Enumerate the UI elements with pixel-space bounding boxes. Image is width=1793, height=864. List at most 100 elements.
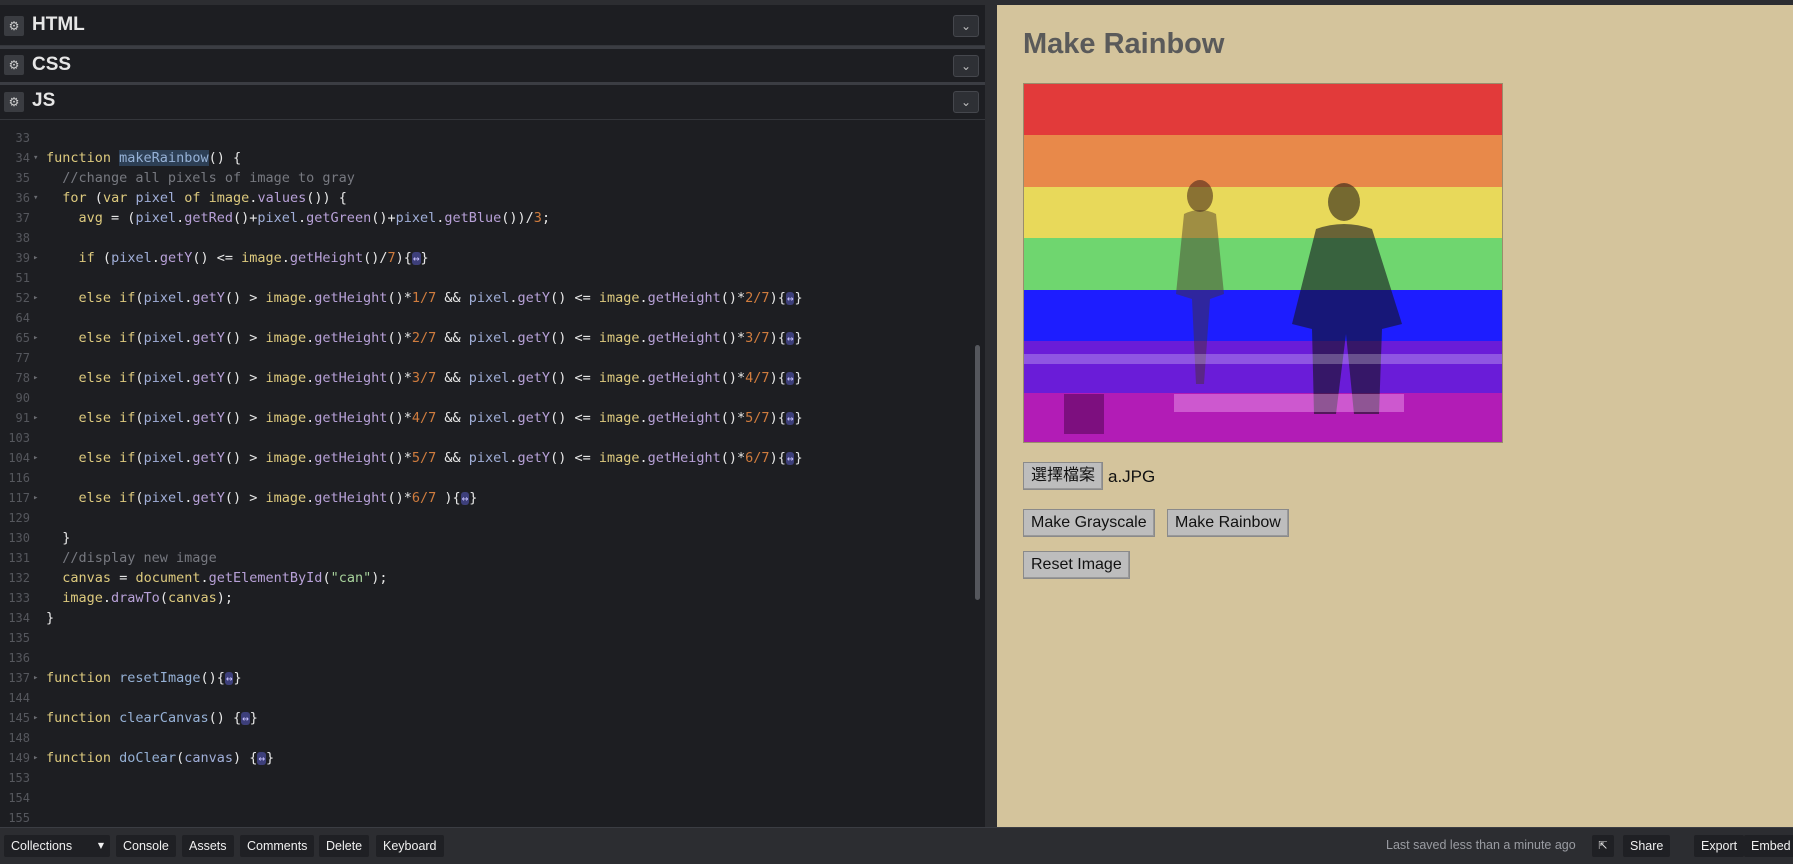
- export-button[interactable]: Export: [1694, 835, 1745, 857]
- line-number: 37: [15, 211, 30, 225]
- fold-open-icon[interactable]: ▾: [33, 148, 38, 168]
- code-line[interactable]: 155: [0, 808, 970, 828]
- fold-closed-icon[interactable]: ▸: [33, 288, 38, 308]
- code-line[interactable]: 136: [0, 648, 970, 668]
- choose-file-button[interactable]: 選擇檔案: [1023, 462, 1104, 490]
- share-button[interactable]: Share: [1623, 835, 1671, 857]
- js-code-editor[interactable]: 33 34 ▾ function makeRainbow() {35 //change…: [0, 123, 985, 827]
- boy-figure: [1292, 224, 1402, 414]
- caret-down-icon: ▼: [97, 841, 104, 850]
- code-line[interactable]: 33: [0, 128, 970, 148]
- fold-closed-icon[interactable]: ▸: [33, 668, 38, 688]
- folded-code-marker[interactable]: ↔: [460, 492, 470, 505]
- code-line[interactable]: 134}: [0, 608, 970, 628]
- folded-code-marker[interactable]: ↔: [241, 712, 250, 725]
- code-line[interactable]: 148: [0, 728, 970, 748]
- make-grayscale-button[interactable]: Make Grayscale: [1023, 509, 1155, 537]
- code-line[interactable]: 131 //display new image: [0, 548, 970, 568]
- code-line[interactable]: 51: [0, 268, 970, 288]
- chevron-down-icon[interactable]: ⌄: [953, 55, 979, 77]
- code-line[interactable]: 38: [0, 228, 970, 248]
- code-line[interactable]: 130 }: [0, 528, 970, 548]
- code-line[interactable]: 39 ▸ if (pixel.getY() <= image.getHeight(…: [0, 248, 970, 268]
- code-line[interactable]: 36 ▾ for (var pixel of image.values()) {: [0, 188, 970, 208]
- js-panel-header[interactable]: ⚙ JS ⌄: [0, 85, 985, 120]
- code-line[interactable]: 117 ▸ else if(pixel.getY() > image.getHei…: [0, 488, 970, 508]
- fold-closed-icon[interactable]: ▸: [33, 708, 38, 728]
- code-line[interactable]: 78 ▸ else if(pixel.getY() > image.getHeig…: [0, 368, 970, 388]
- line-number: 77: [15, 351, 30, 365]
- code-line[interactable]: 90: [0, 388, 970, 408]
- code-line[interactable]: 137 ▸ function resetImage(){↔}: [0, 668, 970, 688]
- last-saved-status: Last saved less than a minute ago: [1386, 838, 1576, 852]
- code-line[interactable]: 65 ▸ else if(pixel.getY() > image.getHeig…: [0, 328, 970, 348]
- fold-closed-icon[interactable]: ▸: [33, 248, 38, 268]
- chevron-down-icon[interactable]: ⌄: [953, 91, 979, 113]
- folded-code-marker[interactable]: ↔: [411, 252, 421, 265]
- code-text: }: [46, 610, 55, 626]
- html-panel-header[interactable]: ⚙ HTML ⌄: [0, 8, 985, 46]
- line-number: 134: [8, 611, 30, 625]
- line-number: 52: [15, 291, 30, 305]
- rainbow-canvas: [1023, 83, 1503, 443]
- girl-head: [1187, 180, 1213, 212]
- line-number: 130: [8, 531, 30, 545]
- fold-closed-icon[interactable]: ▸: [33, 748, 38, 768]
- code-line[interactable]: 37 avg = (pixel.getRed()+pixel.getGreen(…: [0, 208, 970, 228]
- fold-closed-icon[interactable]: ▸: [33, 368, 38, 388]
- chevron-down-icon[interactable]: ⌄: [953, 15, 979, 37]
- code-line[interactable]: 77: [0, 348, 970, 368]
- code-line[interactable]: 135: [0, 628, 970, 648]
- line-number: 39: [15, 251, 30, 265]
- code-line[interactable]: 149 ▸ function doClear(canvas) {↔}: [0, 748, 970, 768]
- code-line[interactable]: 103: [0, 428, 970, 448]
- code-line[interactable]: 133 image.drawTo(canvas);: [0, 588, 970, 608]
- editor-scroll-thumb[interactable]: [975, 345, 980, 600]
- code-line[interactable]: 144: [0, 688, 970, 708]
- fence-rail: [1024, 354, 1502, 364]
- comments-button[interactable]: Comments: [240, 835, 315, 857]
- code-line[interactable]: 153: [0, 768, 970, 788]
- code-text: function makeRainbow() {: [46, 150, 242, 166]
- line-number: 38: [15, 231, 30, 245]
- fold-open-icon[interactable]: ▾: [33, 188, 38, 208]
- folded-code-marker[interactable]: ↔: [257, 752, 267, 765]
- code-line[interactable]: 64: [0, 308, 970, 328]
- collections-dropdown[interactable]: Collections ▼: [4, 835, 110, 857]
- code-text: }: [62, 530, 71, 546]
- code-text: if (pixel.getY() <= image.getHeight()/7)…: [78, 250, 429, 266]
- delete-button[interactable]: Delete: [319, 835, 370, 857]
- gear-icon[interactable]: ⚙: [4, 92, 24, 112]
- code-text: function clearCanvas() {↔}: [46, 710, 258, 726]
- embed-button[interactable]: Embed: [1744, 835, 1793, 857]
- code-line[interactable]: 129: [0, 508, 970, 528]
- gear-icon[interactable]: ⚙: [4, 16, 24, 36]
- code-line[interactable]: 104 ▸ else if(pixel.getY() > image.getHei…: [0, 448, 970, 468]
- gear-icon[interactable]: ⚙: [4, 55, 24, 75]
- code-line[interactable]: 34 ▾ function makeRainbow() {: [0, 148, 970, 168]
- line-number: 132: [8, 571, 30, 585]
- console-button[interactable]: Console: [116, 835, 176, 857]
- code-line[interactable]: 154: [0, 788, 970, 808]
- assets-button[interactable]: Assets: [182, 835, 234, 857]
- keyboard-button[interactable]: Keyboard: [376, 835, 444, 857]
- external-link-icon[interactable]: ⇱: [1592, 835, 1614, 857]
- fold-closed-icon[interactable]: ▸: [33, 328, 38, 348]
- css-panel-header[interactable]: ⚙ CSS ⌄: [0, 49, 985, 84]
- code-line[interactable]: 116: [0, 468, 970, 488]
- line-number: 34: [15, 151, 30, 165]
- code-line[interactable]: 52 ▸ else if(pixel.getY() > image.getHeig…: [0, 288, 970, 308]
- code-line[interactable]: 91 ▸ else if(pixel.getY() > image.getHeig…: [0, 408, 970, 428]
- fold-closed-icon[interactable]: ▸: [33, 408, 38, 428]
- code-line[interactable]: 145 ▸ function clearCanvas() {↔}: [0, 708, 970, 728]
- reset-image-button[interactable]: Reset Image: [1023, 551, 1130, 579]
- fold-closed-icon[interactable]: ▸: [33, 448, 38, 468]
- code-line[interactable]: 35 //change all pixels of image to gray: [0, 168, 970, 188]
- code-text: else if(pixel.getY() > image.getHeight()…: [78, 290, 803, 306]
- make-rainbow-button[interactable]: Make Rainbow: [1167, 509, 1289, 537]
- line-number: 133: [8, 591, 30, 605]
- fold-closed-icon[interactable]: ▸: [33, 488, 38, 508]
- pane-resizer[interactable]: [985, 0, 997, 827]
- line-number: 155: [8, 811, 30, 825]
- code-line[interactable]: 132 canvas = document.getElementById("ca…: [0, 568, 970, 588]
